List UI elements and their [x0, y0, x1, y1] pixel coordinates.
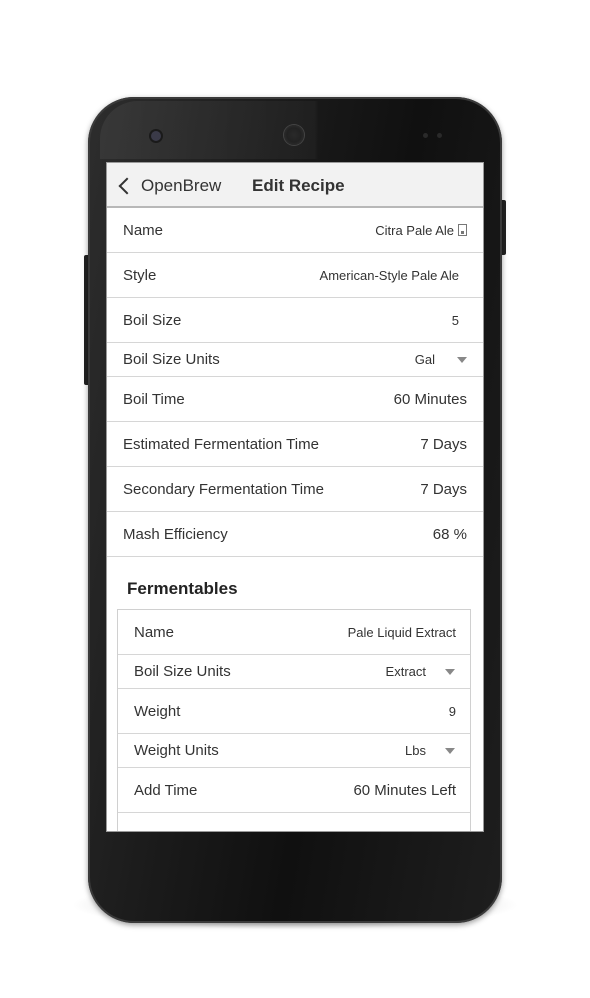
- proximity-sensor: [423, 133, 428, 138]
- mash-efficiency-label: Mash Efficiency: [123, 525, 228, 543]
- mash-efficiency-input[interactable]: 68 %: [433, 512, 467, 556]
- next-row-partial: [118, 813, 470, 831]
- chevron-left-icon: [118, 177, 136, 194]
- boil-size-input[interactable]: 5: [452, 298, 459, 342]
- fermentable-type-row[interactable]: Boil Size Units Extract: [118, 655, 470, 689]
- fermentable-card: Name Pale Liquid Extract Boil Size Units…: [117, 609, 471, 831]
- secondary-fermentation-input[interactable]: 7 Days: [420, 467, 467, 511]
- name-input[interactable]: Citra Pale Ale: [375, 208, 467, 252]
- fermentable-name-input[interactable]: Pale Liquid Extract: [348, 610, 456, 654]
- name-value: Citra Pale Ale: [375, 222, 454, 238]
- front-camera: [151, 131, 161, 141]
- weight-units-label: Weight Units: [134, 742, 219, 759]
- est-fermentation-input[interactable]: 7 Days: [420, 422, 467, 466]
- style-label: Style: [123, 266, 157, 284]
- light-sensor: [437, 133, 442, 138]
- style-row[interactable]: Style American-Style Pale Ale: [107, 253, 483, 298]
- fermentable-type-label: Boil Size Units: [134, 663, 231, 680]
- boil-time-row[interactable]: Boil Time 60 Minutes: [107, 377, 483, 422]
- boil-time-label: Boil Time: [123, 390, 185, 408]
- mash-efficiency-row[interactable]: Mash Efficiency 68 %: [107, 512, 483, 557]
- add-time-row[interactable]: Add Time 60 Minutes Left: [118, 768, 470, 813]
- add-time-input[interactable]: 60 Minutes Left: [353, 768, 456, 812]
- name-label: Name: [123, 221, 164, 239]
- fermentable-name-row[interactable]: Name Pale Liquid Extract: [118, 610, 470, 655]
- boil-units-row[interactable]: Boil Size Units Gal: [107, 343, 483, 377]
- triangle-down-icon[interactable]: [445, 747, 455, 754]
- boil-units-picker[interactable]: Gal: [415, 343, 435, 376]
- boil-units-label: Boil Size Units: [123, 351, 220, 368]
- back-button[interactable]: OpenBrew: [115, 163, 221, 208]
- weight-row[interactable]: Weight 9: [118, 689, 470, 734]
- fermentable-name-label: Name: [134, 623, 175, 641]
- triangle-down-icon[interactable]: [445, 668, 455, 675]
- name-row[interactable]: Name Citra Pale Ale: [107, 208, 483, 253]
- page-title: Edit Recipe: [252, 176, 345, 195]
- weight-units-picker[interactable]: Lbs: [405, 734, 426, 767]
- est-fermentation-row[interactable]: Estimated Fermentation Time 7 Days: [107, 422, 483, 467]
- boil-time-input[interactable]: 60 Minutes: [394, 377, 467, 421]
- est-fermentation-label: Estimated Fermentation Time: [123, 435, 319, 453]
- triangle-down-icon[interactable]: [457, 356, 467, 363]
- recipe-form: Name Citra Pale Ale Style American-Style…: [107, 208, 483, 831]
- fermentable-type-picker[interactable]: Extract: [386, 655, 426, 688]
- style-input[interactable]: American-Style Pale Ale: [320, 253, 459, 297]
- boil-size-label: Boil Size: [123, 311, 182, 329]
- secondary-fermentation-label: Secondary Fermentation Time: [123, 480, 324, 498]
- weight-label: Weight: [134, 702, 181, 720]
- add-time-label: Add Time: [134, 781, 198, 799]
- navigation-bar: OpenBrew Edit Recipe: [107, 163, 483, 208]
- fermentables-header: Fermentables: [127, 579, 238, 598]
- back-label: OpenBrew: [141, 175, 222, 195]
- contact-card-icon: [458, 224, 467, 236]
- secondary-fermentation-row[interactable]: Secondary Fermentation Time 7 Days: [107, 467, 483, 512]
- weight-input[interactable]: 9: [449, 689, 456, 733]
- boil-size-row[interactable]: Boil Size 5: [107, 298, 483, 343]
- app-screen: OpenBrew Edit Recipe Name Citra Pale Ale…: [106, 162, 484, 832]
- earpiece-speaker: [284, 125, 304, 145]
- weight-units-row[interactable]: Weight Units Lbs: [118, 734, 470, 768]
